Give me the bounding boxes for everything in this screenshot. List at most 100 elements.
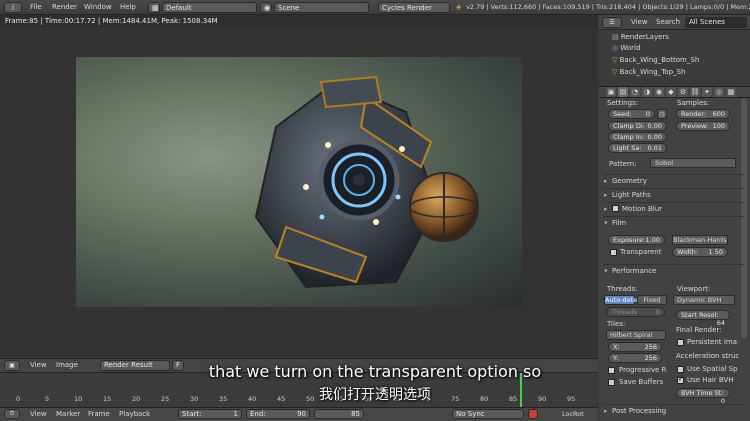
outliner-item-back-wing-top[interactable]: ▽ Back_Wing_Top_Sh — [612, 67, 747, 78]
pattern-select[interactable]: Sobol — [650, 158, 736, 168]
info-editor-icon[interactable]: i — [4, 2, 22, 13]
outliner-item-back-wing-bottom[interactable]: ▽ Back_Wing_Bottom_Sh — [612, 55, 747, 66]
filter-width-field[interactable]: Width: 1.50 — [672, 247, 728, 257]
outliner-menu-view[interactable]: View — [631, 17, 648, 28]
motion-blur-checkbox[interactable] — [612, 205, 619, 212]
timeline-menu-marker[interactable]: Marker — [56, 409, 80, 419]
start-resolution-label: Start Resol: — [681, 311, 719, 319]
properties-tab-icon[interactable]: ⛓ — [690, 87, 700, 97]
threads-count-label: Threads — [611, 308, 638, 316]
bvh-type-select[interactable]: Dynamic BVH — [673, 295, 735, 305]
scene-stats: v2.79 | Verts:112,660 | Faces:109,519 | … — [466, 3, 750, 11]
filter-type-select[interactable]: Blackman-Harris — [672, 235, 728, 245]
threads-count-value: 8 — [655, 308, 660, 316]
properties-tab-icon[interactable]: ✦ — [702, 87, 712, 97]
section-performance[interactable]: ▾ Performance — [604, 264, 744, 276]
clamp-direct-field[interactable]: Clamp Di: 0.00 — [608, 121, 667, 131]
samples-label: Samples: — [677, 99, 710, 107]
threads-auto-detect-button[interactable]: Auto-dete — [604, 295, 637, 305]
outliner-menu-search[interactable]: Search — [656, 17, 680, 28]
end-frame-field[interactable]: End: 90 — [246, 409, 310, 419]
exposure-field[interactable]: Exposure: 1.00 — [608, 235, 665, 245]
properties-tab-icon[interactable]: ◆ — [666, 87, 676, 97]
tile-y-field[interactable]: Y: 256 — [608, 353, 662, 363]
tile-x-field[interactable]: X: 256 — [608, 342, 662, 352]
properties-tab-icon[interactable]: ▤ — [618, 87, 628, 97]
exposure-label: Exposure: — [613, 236, 646, 244]
timeline-menu-playback[interactable]: Playback — [119, 409, 150, 419]
section-geometry[interactable]: ▸ Geometry — [604, 174, 744, 186]
timeline-menu-frame[interactable]: Frame — [88, 409, 110, 419]
save-buffers-label: Save Buffers — [619, 378, 664, 386]
render-result-image — [76, 57, 522, 307]
section-light-paths[interactable]: ▸ Light Paths — [604, 188, 744, 200]
keying-set[interactable]: LocRot — [562, 409, 584, 419]
outliner-item-world[interactable]: ◎ World — [612, 43, 747, 54]
mesh-icon: ▽ — [612, 56, 620, 64]
preview-samples-field[interactable]: Preview: 100 — [676, 121, 730, 131]
section-label: Post Processing — [612, 407, 667, 415]
properties-tab-icon[interactable]: ▩ — [726, 87, 736, 97]
properties-tab-icon[interactable]: ▣ — [606, 87, 616, 97]
end-frame-label: End: — [250, 410, 266, 418]
menu-help[interactable]: Help — [120, 2, 136, 13]
record-button[interactable] — [528, 409, 538, 419]
scene-icon[interactable]: ◉ — [260, 2, 272, 13]
start-resolution-field[interactable]: Start Resol: 64 — [676, 310, 730, 327]
transparent-label: Transparent — [620, 248, 662, 256]
bvh-steps-field[interactable]: BVH Time St: 0 — [676, 388, 730, 405]
layout-icon[interactable]: ▦ — [148, 2, 160, 13]
menu-render[interactable]: Render — [52, 2, 77, 13]
threads-count-field[interactable]: Threads 8 — [606, 307, 665, 317]
light-sampling-field[interactable]: Light Sa: 0.01 — [608, 143, 667, 153]
tiles-label: Tiles: — [607, 320, 626, 328]
save-buffers-checkbox[interactable] — [608, 379, 615, 386]
light-sampling-label: Light Sa: — [613, 144, 642, 152]
collapsed-arrow-icon: ▸ — [604, 205, 608, 213]
properties-tabs: ▣ ▤ ◔ ◑ ◉ ◆ ⚙ ⛓ ✦ ◎ ▩ — [602, 87, 747, 97]
animated-seed-icon[interactable]: ◷ — [657, 109, 667, 119]
hair-bvh-checkbox[interactable] — [677, 375, 684, 384]
acceleration-label: Acceleration struc — [676, 352, 740, 360]
seed-label: Seed: — [613, 110, 632, 118]
spatial-splits-label: Use Spatial Sp — [687, 365, 738, 373]
render-samples-value: 600 — [712, 110, 725, 118]
section-motion-blur[interactable]: ▸ Motion Blur — [604, 202, 744, 214]
outliner-filter-select[interactable]: All Scenes — [685, 17, 747, 28]
start-frame-field[interactable]: Start: 1 — [178, 409, 242, 419]
layout-select[interactable]: Default — [162, 2, 257, 13]
seed-field[interactable]: Seed: 0 — [608, 109, 655, 119]
collapsed-arrow-icon: ▸ — [604, 191, 608, 199]
tile-order-select[interactable]: Hilbert Spiral — [606, 330, 666, 340]
section-label: Film — [612, 219, 627, 227]
threads-fixed-button[interactable]: Fixed — [637, 295, 667, 305]
current-frame-field[interactable]: 85 — [314, 409, 364, 419]
menu-file[interactable]: File — [30, 2, 42, 13]
render-engine-select[interactable]: Cycles Render — [378, 2, 450, 13]
clamp-indirect-value: 0.00 — [647, 133, 662, 141]
progressive-refine-checkbox[interactable] — [608, 367, 615, 374]
timeline-menu-view[interactable]: View — [30, 409, 47, 419]
progressive-refine-label: Progressive R — [619, 366, 667, 374]
persistent-images-checkbox[interactable] — [677, 339, 684, 346]
section-film[interactable]: ▾ Film — [604, 216, 744, 228]
menu-window[interactable]: Window — [84, 2, 112, 13]
section-post-processing[interactable]: ▸ Post Processing — [604, 404, 744, 416]
clock-icon[interactable]: ⏱ — [4, 409, 20, 419]
tile-x-value: 256 — [644, 343, 657, 351]
scene-select[interactable]: Scene — [274, 2, 369, 13]
transparent-checkbox[interactable] — [610, 249, 617, 256]
render-samples-field[interactable]: Render: 600 — [676, 109, 730, 119]
properties-tab-icon[interactable]: ◎ — [714, 87, 724, 97]
outliner-type-icon[interactable]: ☰ — [602, 17, 622, 28]
settings-label: Settings: — [607, 99, 639, 107]
sync-select[interactable]: No Sync — [452, 409, 524, 419]
properties-tab-icon[interactable]: ◑ — [642, 87, 652, 97]
properties-tab-icon[interactable]: ◔ — [630, 87, 640, 97]
clamp-indirect-field[interactable]: Clamp In: 0.00 — [608, 132, 667, 142]
properties-tab-icon[interactable]: ◉ — [654, 87, 664, 97]
outliner-item-label: World — [620, 44, 641, 52]
outliner-item-renderlayers[interactable]: ▤ RenderLayers — [612, 32, 747, 43]
spatial-splits-checkbox[interactable] — [677, 366, 684, 373]
properties-tab-icon[interactable]: ⚙ — [678, 87, 688, 97]
